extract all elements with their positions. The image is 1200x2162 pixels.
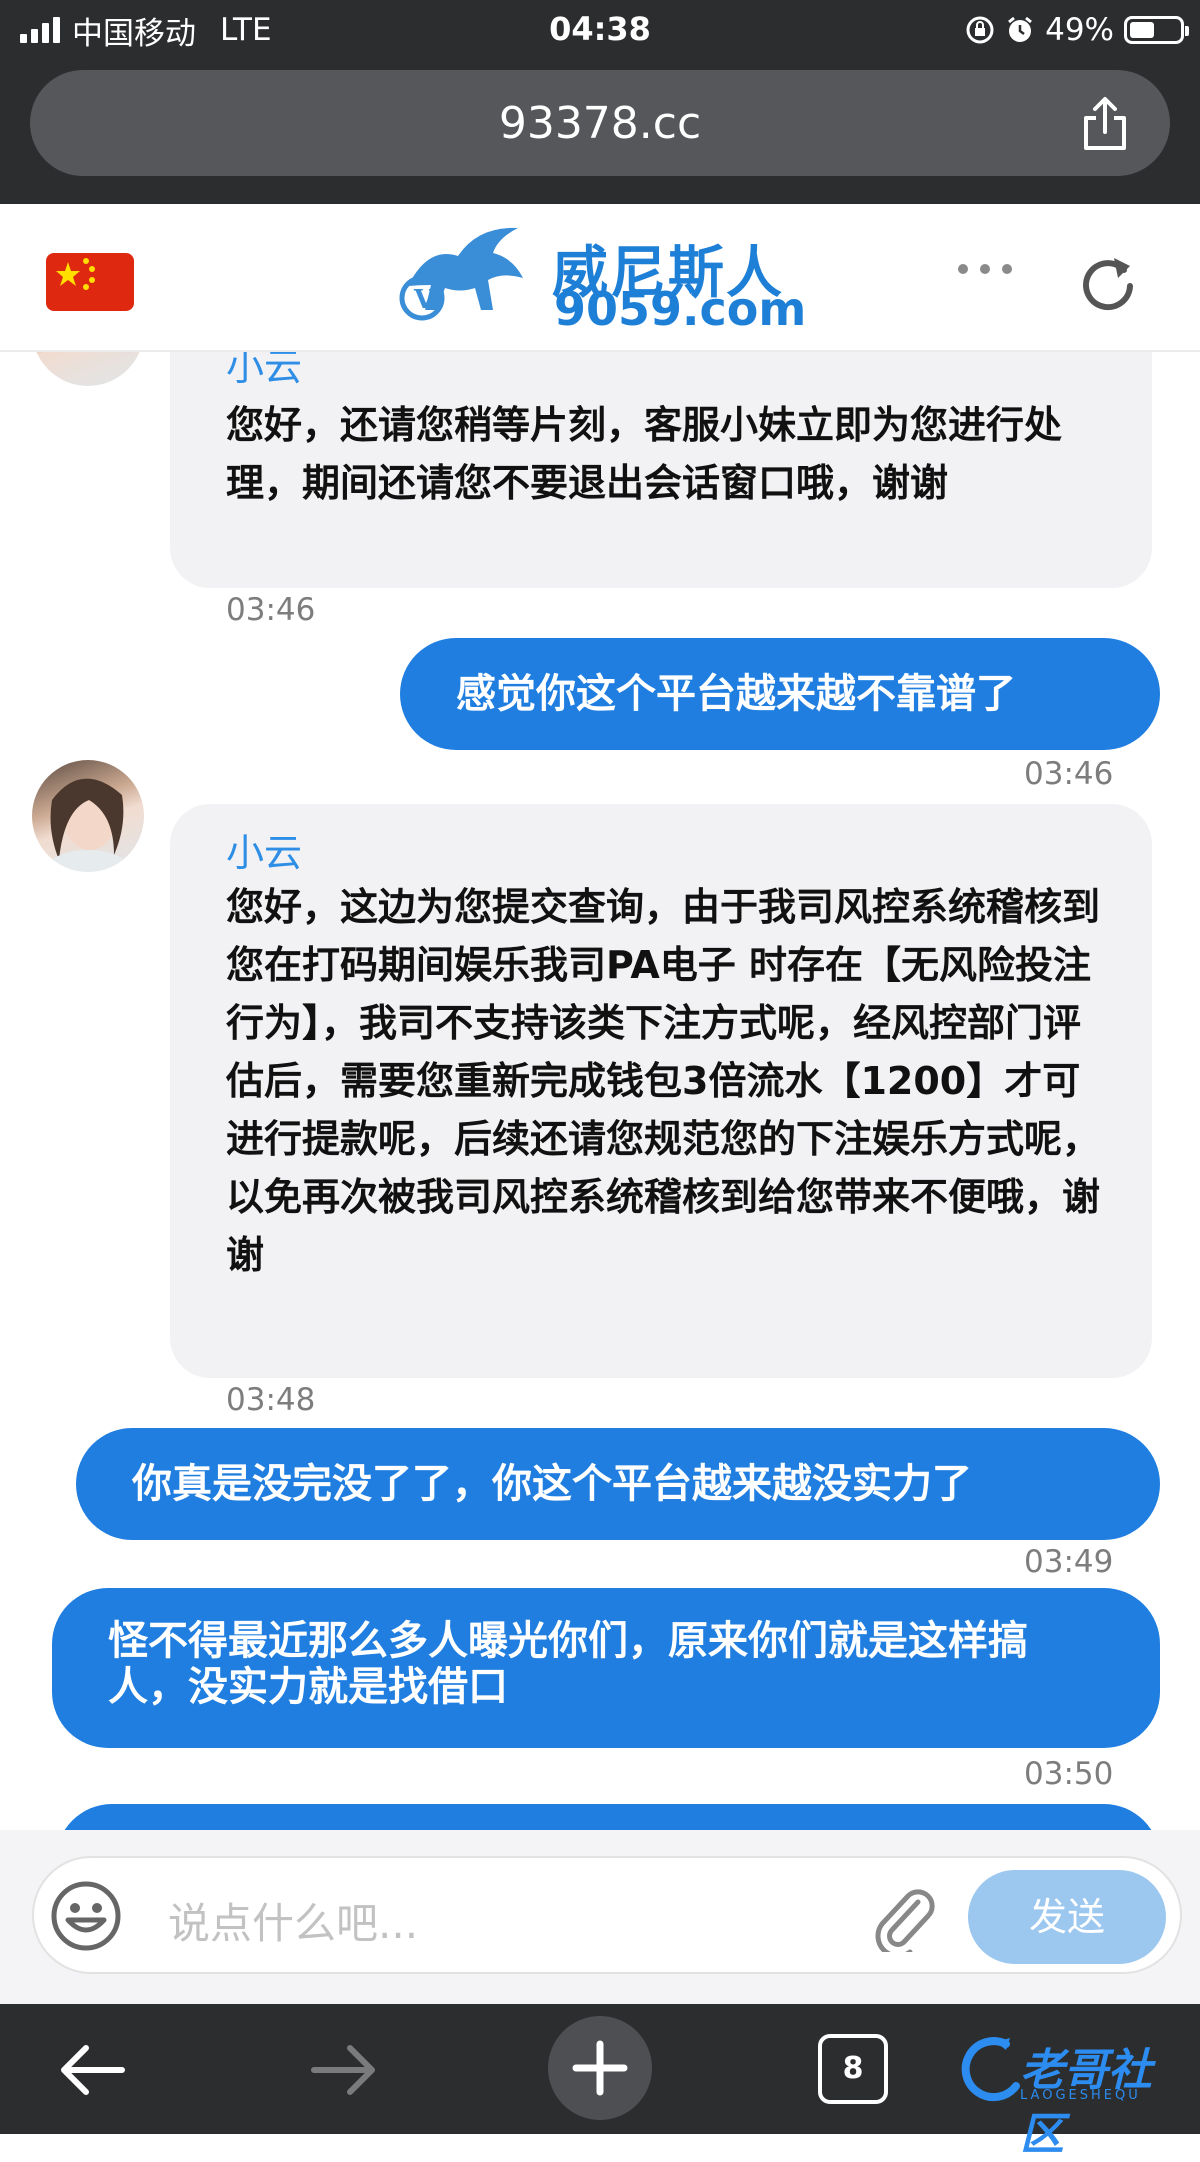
orientation-lock-icon bbox=[966, 16, 994, 44]
dragon-icon bbox=[961, 2037, 1020, 2102]
back-arrow-icon[interactable] bbox=[56, 2040, 128, 2100]
outgoing-message: 感觉你这个平台越来越不靠谱了 bbox=[400, 638, 1160, 750]
message-time: 03:46 bbox=[226, 592, 316, 628]
refresh-icon[interactable] bbox=[1078, 252, 1138, 312]
message-composer: 说点什么吧... 发送 bbox=[0, 1830, 1200, 2004]
incoming-message: 小云 您好，这边为您提交查询，由于我司风控系统稽核到您在打码期间娱乐我司PA电子… bbox=[170, 804, 1152, 1378]
message-text: 您好，这边为您提交查询，由于我司风控系统稽核到您在打码期间娱乐我司PA电子 时存… bbox=[226, 885, 1101, 1277]
send-button[interactable]: 发送 bbox=[968, 1870, 1166, 1964]
browser-address-area: 93378.cc bbox=[0, 60, 1200, 204]
share-icon[interactable] bbox=[1078, 96, 1132, 152]
browser-toolbar: 8 老哥社区 LAOGESHEQU bbox=[0, 2004, 1200, 2160]
site-logo[interactable]: V 威尼斯人 9059.com bbox=[398, 226, 806, 336]
message-text: 怪不得最近那么多人曝光你们，原来你们就是这样搞人，没实力就是找借口 bbox=[108, 1618, 1028, 1710]
more-options-icon[interactable] bbox=[958, 264, 1012, 274]
address-bar[interactable]: 93378.cc bbox=[30, 70, 1170, 176]
alarm-icon bbox=[1008, 16, 1033, 42]
url-text[interactable]: 93378.cc bbox=[30, 98, 1170, 149]
emoji-icon[interactable] bbox=[50, 1880, 122, 1952]
input-placeholder[interactable]: 说点什么吧... bbox=[168, 1890, 418, 1951]
outgoing-message: 怪不得最近那么多人曝光你们，原来你们就是这样搞人，没实力就是找借口 bbox=[52, 1588, 1160, 1748]
svg-text:V: V bbox=[413, 285, 435, 315]
china-flag-icon[interactable] bbox=[46, 253, 134, 311]
winged-lion-icon: V bbox=[399, 227, 523, 321]
agent-avatar bbox=[32, 352, 144, 386]
outgoing-message: 你真是没完没了了，你这个平台越来越没实力了 bbox=[76, 1428, 1160, 1540]
battery-percent: 49% bbox=[1045, 12, 1114, 48]
message-text: 您好，还请您稍等片刻，客服小妹立即为您进行处理，期间还请您不要退出会话窗口哦，谢… bbox=[226, 403, 1063, 505]
sender-name: 小云 bbox=[226, 831, 303, 875]
plus-icon bbox=[572, 2040, 628, 2096]
sender-name: 小云 bbox=[226, 352, 303, 389]
attachment-icon[interactable] bbox=[868, 1880, 938, 1952]
message-text: 感觉你这个平台越来越不靠谱了 bbox=[456, 671, 1016, 717]
outgoing-message-partial bbox=[56, 1804, 1160, 1830]
tabs-count-button[interactable]: 8 bbox=[818, 2034, 888, 2104]
message-time: 03:50 bbox=[1024, 1756, 1114, 1792]
message-time: 03:49 bbox=[1024, 1544, 1114, 1580]
message-input[interactable]: 说点什么吧... 发送 bbox=[32, 1856, 1182, 1974]
forward-arrow-icon[interactable] bbox=[308, 2040, 380, 2100]
message-time: 03:48 bbox=[226, 1382, 316, 1418]
watermark-subtext: LAOGESHEQU bbox=[1020, 2088, 1141, 2103]
watermark-logo: 老哥社区 LAOGESHEQU bbox=[956, 2030, 1192, 2160]
battery-icon bbox=[1124, 16, 1189, 44]
message-time: 03:46 bbox=[1024, 756, 1114, 792]
incoming-message: 小云 您好，还请您稍等片刻，客服小妹立即为您进行处理，期间还请您不要退出会话窗口… bbox=[170, 352, 1152, 588]
site-header: V 威尼斯人 9059.com bbox=[0, 204, 1200, 352]
message-text: 你真是没完没了了，你这个平台越来越没实力了 bbox=[132, 1461, 972, 1507]
new-tab-button[interactable] bbox=[548, 2016, 652, 2120]
status-bar: 中国移动 LTE 04:38 49% bbox=[0, 0, 1200, 60]
agent-avatar bbox=[32, 760, 144, 872]
chat-history[interactable]: 小云 您好，还请您稍等片刻，客服小妹立即为您进行处理，期间还请您不要退出会话窗口… bbox=[0, 352, 1200, 1830]
logo-domain: 9059.com bbox=[554, 282, 807, 336]
